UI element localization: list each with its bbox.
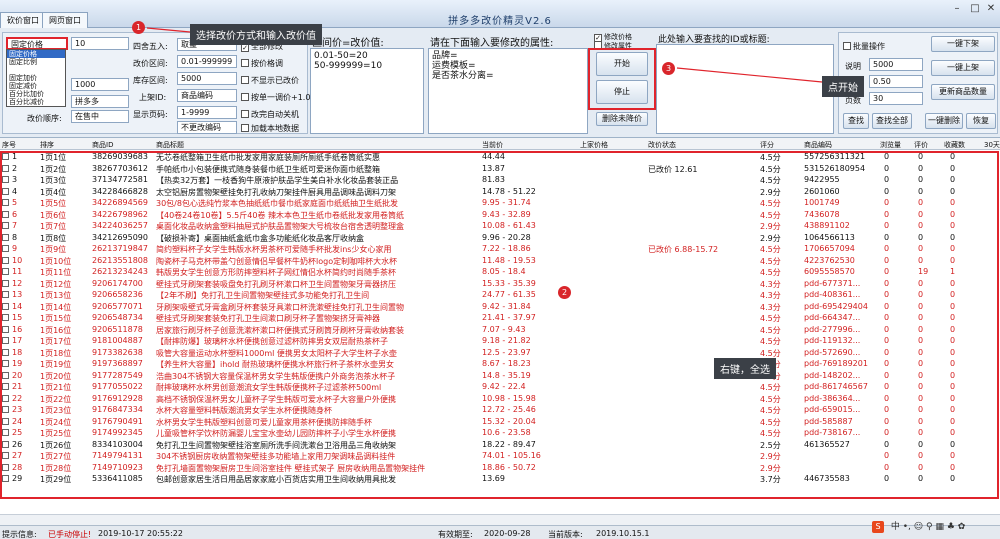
- ime-toolbar[interactable]: S 中 •, ☺ ⚲ ▦ ♣ ✿: [872, 519, 965, 533]
- col-header[interactable]: 上家价格: [580, 140, 608, 150]
- selection-highlight: [0, 151, 999, 499]
- table-header: 序号 排序 商品ID 商品标题 当前价 上家价格 改价状态 评分 商品编码 浏览…: [0, 138, 1000, 150]
- col-header[interactable]: 收藏数: [944, 140, 965, 150]
- status-bar: 提示信息: 已手动停止! 2019-10-17 20:55:22 有效期至: 2…: [0, 525, 1000, 539]
- status-tip: 已手动停止!: [48, 530, 92, 539]
- version-value: 2019.10.15.1: [596, 529, 650, 538]
- step-marker-2: 2: [558, 286, 571, 299]
- valid-date: 2020-09-28: [484, 529, 531, 538]
- col-header[interactable]: 商品ID: [92, 140, 113, 150]
- version-label: 当前版本:: [548, 530, 583, 539]
- col-header[interactable]: 评价: [914, 140, 928, 150]
- col-header[interactable]: 浏览量: [880, 140, 901, 150]
- ime-status-icons[interactable]: 中 •, ☺ ⚲ ▦ ♣ ✿: [891, 522, 965, 532]
- status-tip-label: 提示信息:: [2, 530, 37, 539]
- col-header[interactable]: 商品编码: [804, 140, 832, 150]
- horizontal-scrollbar[interactable]: [0, 514, 1000, 525]
- col-header[interactable]: 改价状态: [648, 140, 676, 150]
- col-header[interactable]: 评分: [760, 140, 774, 150]
- col-header[interactable]: 序号: [2, 140, 16, 150]
- status-time: 2019-10-17 20:55:22: [98, 529, 183, 538]
- product-table[interactable]: 序号 排序 商品ID 商品标题 当前价 上家价格 改价状态 评分 商品编码 浏览…: [0, 138, 1000, 514]
- col-header[interactable]: 当前价: [482, 140, 503, 150]
- valid-label: 有效期至:: [438, 530, 473, 539]
- sogou-icon[interactable]: S: [872, 521, 884, 533]
- col-header[interactable]: 商品标题: [156, 140, 184, 150]
- col-header[interactable]: 30天: [984, 140, 1000, 150]
- callout-select-all: 右键，全选: [714, 358, 776, 379]
- col-header[interactable]: 排序: [40, 140, 54, 150]
